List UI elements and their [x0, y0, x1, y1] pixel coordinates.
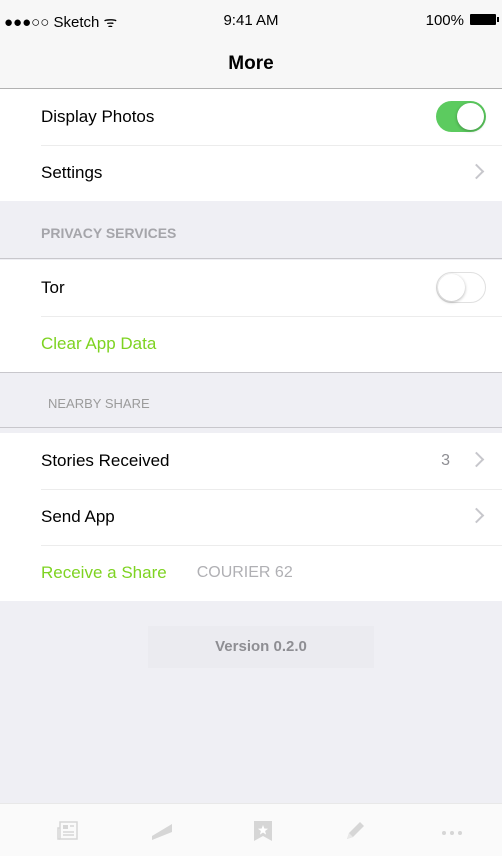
nearby-group: Stories Received 3 Send App Receive a Sh… — [0, 433, 502, 601]
chevron-right-icon — [468, 507, 485, 524]
tor-toggle[interactable] — [436, 272, 486, 303]
chevron-right-icon — [468, 163, 485, 180]
toggle-knob — [457, 103, 484, 130]
news-icon — [57, 821, 78, 840]
nearby-header-label: NEARBY SHARE — [48, 396, 150, 411]
map-tab[interactable] — [150, 820, 190, 844]
settings-group: Display Photos Settings — [0, 89, 502, 201]
privacy-header-label: PRIVACY SERVICES — [41, 225, 177, 241]
settings-label: Settings — [41, 163, 103, 182]
pencil-icon — [347, 822, 364, 839]
battery-percent: 100% — [425, 12, 464, 29]
bookmarks-tab[interactable] — [251, 820, 291, 844]
display-photos-label: Display Photos — [41, 107, 155, 126]
version-label: Version 0.2.0 — [148, 626, 374, 668]
tab-bar — [0, 803, 502, 856]
send-app-label: Send App — [41, 507, 115, 526]
receive-share-button[interactable]: Receive a Share — [41, 563, 167, 583]
page-title: More — [228, 53, 274, 74]
clear-app-data-button[interactable]: Clear App Data — [41, 334, 156, 354]
share-code: COURIER 62 — [196, 564, 293, 581]
chevron-right-icon — [468, 451, 485, 468]
battery-icon — [470, 14, 499, 25]
more-tab[interactable] — [440, 820, 480, 844]
status-bar: ●●●○○ Sketch ᯤ 9:41 AM 100% — [0, 0, 502, 40]
tor-row: Tor — [0, 260, 502, 316]
toggle-knob — [438, 273, 465, 301]
stories-count: 3 — [441, 452, 450, 469]
news-tab[interactable] — [56, 820, 96, 844]
bookmark-icon — [254, 821, 272, 841]
send-app-row[interactable]: Send App — [0, 489, 502, 545]
settings-row[interactable]: Settings — [0, 145, 502, 201]
tor-label: Tor — [41, 278, 65, 297]
more-icon — [442, 831, 462, 835]
display-photos-toggle[interactable] — [436, 101, 486, 132]
compose-tab[interactable] — [344, 820, 384, 844]
receive-share-row[interactable]: Receive a Share COURIER 62 — [0, 545, 502, 601]
stories-received-label: Stories Received — [41, 451, 170, 470]
clear-app-data-row[interactable]: Clear App Data — [0, 316, 502, 372]
navigation-bar: More — [0, 40, 502, 89]
map-icon — [152, 824, 172, 840]
privacy-group: Tor Clear App Data — [0, 260, 502, 372]
nearby-section-header: NEARBY SHARE — [0, 372, 502, 428]
display-photos-row: Display Photos — [0, 89, 502, 145]
privacy-section-header: PRIVACY SERVICES — [0, 203, 502, 259]
stories-received-row[interactable]: Stories Received 3 — [0, 433, 502, 489]
